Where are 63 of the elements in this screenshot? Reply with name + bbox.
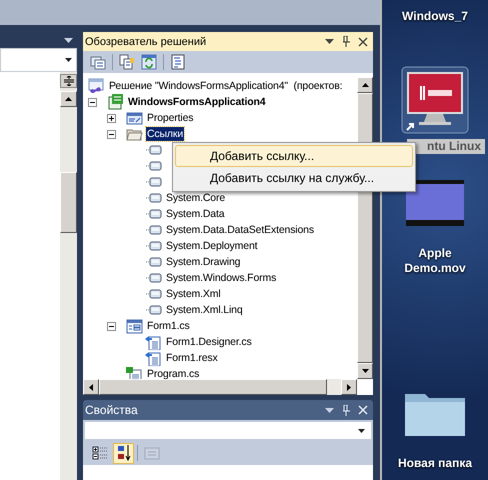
tree-item[interactable]: System.Xml xyxy=(165,287,222,301)
video-thumbnail[interactable] xyxy=(406,180,464,226)
dropdown-icon[interactable] xyxy=(325,408,334,412)
desktop-icon-label[interactable]: Windows_7 xyxy=(402,9,468,24)
alphabetical-sort-button[interactable] xyxy=(113,442,134,464)
solution-icon xyxy=(88,78,105,94)
scroll-thumb[interactable] xyxy=(99,379,327,395)
dropdown-icon[interactable] xyxy=(64,38,73,42)
menu-item[interactable]: Добавить ссылку на службу... xyxy=(175,167,413,189)
left-arrow-icon xyxy=(89,384,93,390)
tree-item[interactable]: System.Windows.Forms xyxy=(165,271,278,285)
right-arrow-icon xyxy=(347,384,351,390)
expand-icon[interactable] xyxy=(107,114,116,122)
tree-item[interactable]: WindowsFormsApplication4 xyxy=(127,95,266,109)
collapse-icon[interactable] xyxy=(107,322,116,330)
down-arrow-icon xyxy=(362,369,368,373)
desktop-icon-label[interactable]: Apple Demo.mov xyxy=(395,246,475,276)
scrollbar[interactable] xyxy=(60,72,77,480)
menu-item[interactable]: Добавить ссылку... xyxy=(175,145,413,167)
pin-icon[interactable] xyxy=(342,36,350,47)
scroll-up-button[interactable] xyxy=(60,91,77,107)
tree-item[interactable]: System.Xml.Linq xyxy=(165,303,244,317)
document-icon xyxy=(145,334,162,350)
panel-title: Свойства xyxy=(85,403,139,417)
scroll-right-button[interactable] xyxy=(341,379,357,395)
scroll-thumb[interactable] xyxy=(60,172,77,233)
tree-item[interactable]: Program.cs xyxy=(146,367,200,379)
dropdown-arrow-icon xyxy=(65,58,72,62)
properties-icon xyxy=(126,110,143,126)
copy-icon[interactable] xyxy=(119,54,135,70)
dropdown-arrow-icon xyxy=(358,428,365,432)
tree-item[interactable]: Form1.cs xyxy=(146,319,191,333)
tree-item[interactable]: Ссылки xyxy=(146,127,184,141)
tree-item[interactable]: Form1.Designer.cs xyxy=(165,335,253,349)
scroll-left-button[interactable] xyxy=(83,379,99,395)
scroll-up-button[interactable] xyxy=(357,77,373,93)
tree-item[interactable]: Form1.resx xyxy=(165,351,219,365)
desktop-icon-label[interactable]: ntu Linux xyxy=(407,139,485,154)
class-view-icon[interactable] xyxy=(170,54,186,70)
tree-item[interactable]: System.Data xyxy=(165,207,226,221)
collapse-icon[interactable] xyxy=(107,130,116,138)
up-arrow-icon xyxy=(362,83,368,87)
panel-title: Обозреватель решений xyxy=(85,36,208,48)
horizontal-scrollbar[interactable] xyxy=(83,379,357,395)
tree-item[interactable]: System.Drawing xyxy=(165,255,242,269)
tree-item[interactable]: System.Deployment xyxy=(165,239,258,253)
tree-item[interactable]: Properties xyxy=(146,111,194,125)
properties-icon[interactable] xyxy=(90,54,106,70)
form-icon xyxy=(126,318,143,334)
splitter-icon[interactable] xyxy=(60,74,77,88)
up-arrow-icon xyxy=(65,97,72,101)
monitor-icon[interactable] xyxy=(401,66,469,134)
dropdown-icon[interactable] xyxy=(325,39,334,44)
tree-item[interactable]: System.Data.DataSetExtensions xyxy=(165,223,315,237)
tree-item[interactable]: Решение "WindowsFormsApplication4" (проектов: xyxy=(108,79,344,93)
scroll-down-button[interactable] xyxy=(357,363,373,379)
csharp-project-icon xyxy=(107,94,124,110)
collapse-icon[interactable] xyxy=(88,98,97,106)
close-icon[interactable] xyxy=(358,36,368,46)
tree-item[interactable]: System.Core xyxy=(165,191,226,205)
refresh-icon[interactable] xyxy=(141,54,157,70)
desktop-icon-label[interactable]: Новая папка xyxy=(398,456,472,471)
document-icon xyxy=(145,350,162,366)
